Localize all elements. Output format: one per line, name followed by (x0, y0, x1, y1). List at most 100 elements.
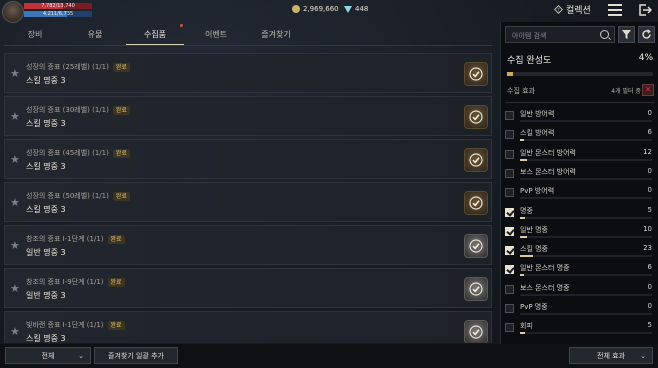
effect-row[interactable]: PvP 명중 0 (505, 299, 655, 318)
filter-button[interactable] (618, 26, 635, 43)
tab-event[interactable]: 이벤트 (198, 26, 234, 44)
favorite-star-icon[interactable]: ★ (10, 239, 20, 252)
favorite-star-icon[interactable]: ★ (10, 153, 20, 166)
effect-label: 일반 방어력 (520, 110, 555, 118)
effect-row[interactable]: 보스 몬스터 명중 0 (505, 280, 655, 299)
effect-row[interactable]: 일반 방어력 0 (505, 106, 655, 125)
effect-bar-fill (520, 274, 524, 277)
status-badge: 완료 (112, 149, 130, 158)
favorite-star-icon[interactable]: ★ (10, 282, 20, 295)
favorite-star-icon[interactable]: ★ (10, 196, 20, 209)
list-item[interactable]: ★ 성장의 증표 (45레벨) (1/1) 완료 스킬 명중 3 (4, 139, 492, 179)
search-box (505, 26, 615, 43)
effect-value: 6 (647, 263, 652, 272)
effect-bar-fill (520, 332, 526, 335)
effect-row[interactable]: 일반 몬스터 명중 6 (505, 260, 655, 279)
exit-icon[interactable] (638, 3, 652, 17)
effect-checkbox[interactable] (505, 130, 514, 140)
effect-value: 23 (643, 244, 652, 253)
list-item[interactable]: ★ 성장의 증표 (30레벨) (1/1) 완료 스킬 명중 3 (4, 96, 492, 136)
effect-checkbox[interactable] (505, 111, 514, 120)
refresh-button[interactable] (638, 26, 655, 43)
effect-value: 5 (647, 321, 652, 330)
effect-checkbox[interactable] (505, 149, 514, 159)
list-item[interactable]: ★ 창조의 증표 I-9단계 (1/1) 완료일반 명중 3 (4, 268, 492, 308)
gem-icon (344, 5, 352, 13)
item-title: 성장의 증표 (50레벨) (1/1) 완료 (26, 191, 130, 201)
collection-panel: 수집 완성도 4% 수집 효과 4개 필터 중 ✕ 일반 방어력 0 스킬 방어력 6… (500, 22, 658, 344)
favorite-star-icon[interactable]: ★ (10, 325, 20, 338)
favorite-star-icon[interactable]: ★ (10, 67, 20, 80)
search-input[interactable] (510, 29, 598, 42)
effect-bar (520, 313, 652, 315)
effect-checkbox[interactable] (505, 284, 514, 294)
item-check-icon (464, 62, 488, 86)
completion-progress-fill (507, 72, 513, 76)
effect-row[interactable]: 보스 몬스터 방어력 0 (505, 164, 655, 183)
item-check-icon (464, 105, 488, 129)
item-title-text: 창조의 증표 I-9단계 (1/1) (26, 278, 104, 286)
all-effects-dropdown[interactable]: 전체 효과 ⌄ (569, 347, 653, 364)
effect-checkbox[interactable] (505, 323, 514, 333)
item-check-icon (464, 234, 488, 258)
menu-icon[interactable] (608, 4, 622, 16)
effect-label: PvP 방어력 (520, 187, 555, 196)
effect-row[interactable]: 회피 5 (505, 318, 655, 337)
effect-label: 명중 (520, 206, 533, 215)
filter-all-dropdown[interactable]: 전체 ⌄ (5, 347, 91, 364)
effect-row[interactable]: PvP 방어력 0 (505, 183, 655, 202)
list-item[interactable]: ★ 창조의 증표 I-1단계 (1/1) 완료 일반 명중 3 (4, 225, 492, 265)
effect-row[interactable]: 일반 몬스터 방어력 12 (505, 145, 655, 164)
collection-button[interactable]: ? 컬렉션 (554, 3, 591, 16)
list-item[interactable]: ★ 성장의 증표 (25레벨) (1/1) 완료스킬 명중 3 (4, 53, 492, 93)
item-effect: 스킬 명중 3 (26, 76, 66, 85)
list-item[interactable]: ★ 빛바랜 증표 I-1단계 (1/1) 완료 스킬 명중 3 (4, 311, 492, 343)
effect-value: 0 (647, 166, 652, 175)
effect-row[interactable]: 명중 5 (505, 203, 655, 222)
effect-checkbox[interactable] (505, 246, 514, 256)
effect-label: 회피 (520, 322, 533, 331)
effect-checkbox[interactable] (505, 265, 514, 275)
list-item[interactable]: ★ 성장의 증표 (50레벨) (1/1) 완료 스킬 명중 3 (4, 182, 492, 222)
item-effect: 일반 명중 3 (26, 291, 66, 300)
item-check-icon (464, 277, 488, 301)
effect-checkbox[interactable] (505, 207, 514, 217)
filter-all-label: 전체 (41, 352, 55, 360)
effect-value: 5 (647, 205, 652, 214)
tab-equipment[interactable]: 장비 (18, 26, 52, 44)
effect-bar (520, 158, 652, 161)
tab-relic[interactable]: 유물 (78, 26, 112, 44)
effect-row[interactable]: 스킬 명중 23 (505, 241, 655, 260)
collection-list[interactable]: ★ 성장의 증표 (25레벨) (1/1) 완료스킬 명중 3 ★ 성장의 증표 (30… (4, 53, 492, 343)
search-icon[interactable] (600, 30, 609, 39)
item-effect: 스킬 명중 3 (26, 119, 66, 128)
effect-row[interactable]: 스킬 방어력 6 (505, 125, 655, 144)
gem-amount: 448 (355, 5, 369, 13)
item-title: 성장의 증표 (25레벨) (1/1) 완료 (26, 62, 130, 72)
status-badge: 완료 (107, 321, 125, 330)
effect-checkbox[interactable] (505, 168, 514, 178)
item-title: 창조의 증표 I-9단계 (1/1) 완료 (26, 277, 125, 287)
effect-value: 0 (647, 282, 652, 291)
effect-label: PvP 명중 (520, 303, 548, 311)
clear-filter-icon[interactable]: ✕ (642, 84, 654, 96)
effect-label: 스킬 명중 (520, 245, 548, 254)
effect-checkbox[interactable] (505, 226, 514, 236)
item-title-text: 빛바랜 증표 I-1단계 (1/1) (26, 321, 104, 329)
top-bar: 7,782/13,740 4,211/6,735 2,969,660 448 ?… (0, 0, 658, 23)
collection-icon: ? (554, 5, 563, 14)
tab-collectibles[interactable]: 수집품 (126, 26, 184, 45)
effect-label: 스킬 방어력 (520, 129, 555, 138)
add-favorites-button[interactable]: 즐겨찾기 일괄 추가 (94, 347, 178, 364)
effect-bar (520, 216, 652, 219)
item-check-icon (464, 191, 488, 215)
tab-favorites[interactable]: 즐겨찾기 (256, 26, 296, 44)
avatar[interactable] (2, 1, 24, 23)
favorite-star-icon[interactable]: ★ (10, 110, 20, 123)
effect-checkbox[interactable] (505, 188, 514, 198)
effect-bar (520, 235, 652, 238)
gold-amount: 2,969,660 (303, 5, 339, 13)
effect-row[interactable]: 일반 명중 10 (505, 222, 655, 241)
effect-checkbox[interactable] (505, 304, 514, 313)
item-title-text: 성장의 증표 (30레벨) (1/1) (26, 106, 109, 114)
